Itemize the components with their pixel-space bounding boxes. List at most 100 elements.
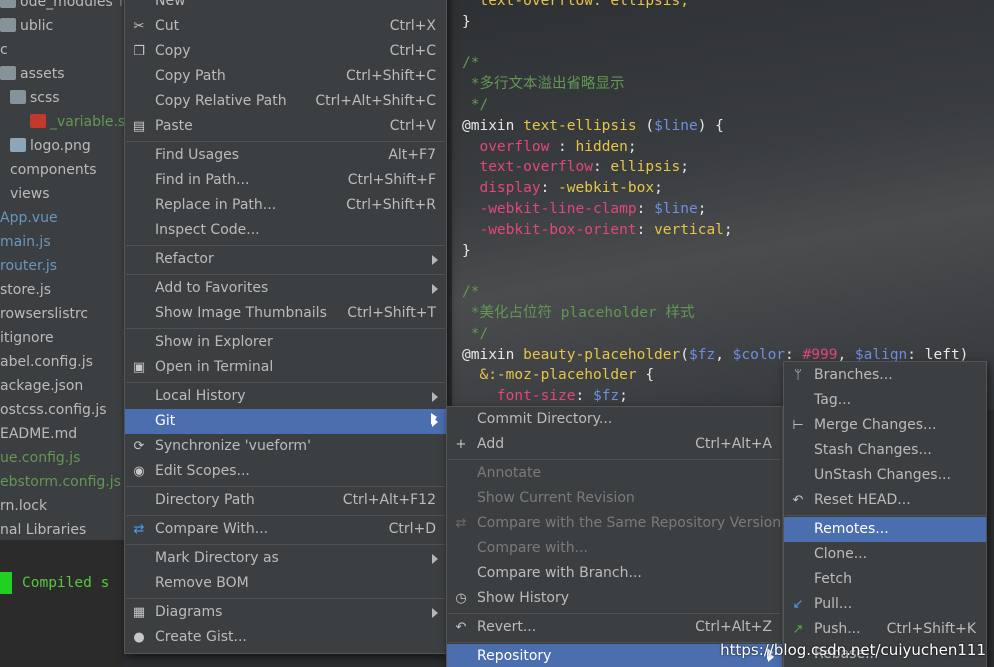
menu-item-label: Edit Scopes... <box>155 463 250 479</box>
code-line: -webkit-box-orient: vertical; <box>462 220 733 241</box>
submenu-arrow-icon <box>432 284 438 294</box>
tree-item-ebstorm-config-js[interactable]: ebstorm.config.js <box>0 470 121 494</box>
tree-item-itignore[interactable]: itignore <box>0 326 54 350</box>
tree-item-label: router.js <box>0 258 58 274</box>
context-menu-item-copy-relative-path[interactable]: Copy Relative Path Ctrl+Alt+Shift+C <box>125 89 446 114</box>
menu-item-shortcut: Ctrl+Alt+Z <box>695 619 772 635</box>
git-menu-item-show-history[interactable]: ◷ Show History <box>447 586 782 611</box>
menu-separator <box>126 274 445 275</box>
tree-item-label: _variable.s <box>50 114 124 130</box>
tree-item-store-js[interactable]: store.js <box>0 278 51 302</box>
git-menu-item-add[interactable]: + Add Ctrl+Alt+A <box>447 432 782 457</box>
context-menu-item-copy-path[interactable]: Copy Path Ctrl+Shift+C <box>125 64 446 89</box>
repository-menu-item-push[interactable]: ↗ Push... Ctrl+Shift+K <box>784 617 986 642</box>
tree-item-ackage-json[interactable]: ackage.json <box>0 374 83 398</box>
tree-item-rowserslistrc[interactable]: rowserslistrc <box>0 302 88 326</box>
context-menu-item-show-image-thumbnails[interactable]: Show Image Thumbnails Ctrl+Shift+T <box>125 301 446 326</box>
tree-item-router-js[interactable]: router.js <box>0 254 57 278</box>
scissors-icon: ✂ <box>133 19 145 34</box>
repository-menu-item-stash-changes[interactable]: Stash Changes... <box>784 438 986 463</box>
tree-item-eadme-md[interactable]: EADME.md <box>0 422 77 446</box>
repository-menu-item-remotes[interactable]: Remotes... <box>784 517 986 542</box>
context-menu-item-paste[interactable]: ▤ Paste Ctrl+V <box>125 114 446 139</box>
context-menu-item-remove-bom[interactable]: Remove BOM <box>125 571 446 596</box>
context-menu-item-find-usages[interactable]: Find Usages Alt+F7 <box>125 143 446 168</box>
code-token: ; <box>723 221 733 238</box>
menu-item-label: Branches... <box>814 367 893 383</box>
context-menu-item-show-in-explorer[interactable]: Show in Explorer <box>125 330 446 355</box>
context-menu-item-add-to-favorites[interactable]: Add to Favorites <box>125 276 446 301</box>
repository-menu-item-pull[interactable]: ↙ Pull... <box>784 592 986 617</box>
tree-item-ostcss-config-js[interactable]: ostcss.config.js <box>0 398 107 422</box>
context-menu-item-compare-with[interactable]: ⇄ Compare With... Ctrl+D <box>125 517 446 542</box>
code-line: /* <box>462 53 479 74</box>
git-menu-item-revert[interactable]: ↶ Revert... Ctrl+Alt+Z <box>447 615 782 640</box>
context-menu-item-replace-in-path[interactable]: Replace in Path... Ctrl+Shift+R <box>125 193 446 218</box>
tree-item-main-js[interactable]: main.js <box>0 230 51 254</box>
context-menu-item-refactor[interactable]: Refactor <box>125 247 446 272</box>
context-menu-item-diagrams[interactable]: ▦ Diagrams <box>125 600 446 625</box>
code-token: } <box>462 242 471 259</box>
repository-menu-item-clone[interactable]: Clone... <box>784 542 986 567</box>
tree-item-variable-s[interactable]: _variable.s <box>30 110 124 134</box>
repository-submenu: ᛘ Branches... Tag... ⊢ Merge Changes... Stash… <box>783 361 987 667</box>
context-menu-item-copy[interactable]: ❐ Copy Ctrl+C <box>125 39 446 64</box>
terminal-panel[interactable] <box>0 540 124 667</box>
menu-item-label: Compare with Branch... <box>477 565 642 581</box>
repository-menu-item-unstash-changes[interactable]: UnStash Changes... <box>784 463 986 488</box>
menu-item-label: Add <box>477 436 505 452</box>
menu-item-shortcut: Ctrl+V <box>389 118 436 134</box>
menu-separator <box>785 515 985 516</box>
menu-item-label: Remotes... <box>814 521 889 537</box>
git-menu-item-commit-directory[interactable]: Commit Directory... <box>447 407 782 432</box>
code-token: beauty-placeholder <box>523 346 681 363</box>
code-line: display: -webkit-box; <box>462 178 662 199</box>
tree-item-logo-png[interactable]: logo.png <box>10 134 91 158</box>
tree-item-ue-config-js[interactable]: ue.config.js <box>0 446 80 470</box>
sass-file-icon <box>30 114 46 128</box>
context-menu-item-edit-scopes[interactable]: ◉ Edit Scopes... <box>125 459 446 484</box>
tree-item-app-vue[interactable]: App.vue <box>0 206 58 230</box>
code-editor[interactable]: text-overflow: ellipsis;}/* *多行文本溢出省略显示 … <box>452 0 994 410</box>
code-token: overflow <box>462 138 550 155</box>
context-menu-item-find-in-path[interactable]: Find in Path... Ctrl+Shift+F <box>125 168 446 193</box>
repository-menu-item-merge-changes[interactable]: ⊢ Merge Changes... <box>784 413 986 438</box>
context-menu-item-mark-directory-as[interactable]: Mark Directory as <box>125 546 446 571</box>
tree-item-views[interactable]: views <box>10 182 50 206</box>
context-menu-item-open-in-terminal[interactable]: ▣ Open in Terminal <box>125 355 446 380</box>
tree-item-scss[interactable]: scss <box>10 86 60 110</box>
context-menu-item-directory-path[interactable]: Directory Path Ctrl+Alt+F12 <box>125 488 446 513</box>
tree-item-components[interactable]: components <box>10 158 97 182</box>
code-line: } <box>462 12 471 33</box>
tree-item-c[interactable]: c <box>0 38 8 62</box>
menu-item-label: Clone... <box>814 546 868 562</box>
code-token: ellipsis <box>610 159 681 176</box>
repository-menu-item-fetch[interactable]: Fetch <box>784 567 986 592</box>
tree-item-nal-libraries[interactable]: nal Libraries <box>0 518 86 540</box>
repository-menu-item-reset-head[interactable]: ↶ Reset HEAD... <box>784 488 986 513</box>
project-tree[interactable]: ode_moduleslibrarubliccassets scss _variab… <box>0 0 124 540</box>
context-menu-item-local-history[interactable]: Local History <box>125 384 446 409</box>
tree-item-assets[interactable]: assets <box>0 62 65 86</box>
menu-separator <box>126 328 445 329</box>
repository-menu-item-tag[interactable]: Tag... <box>784 388 986 413</box>
folder-icon <box>0 0 16 8</box>
tree-item-ode-modules[interactable]: ode_moduleslibrar <box>0 0 124 14</box>
context-menu-item-create-gist[interactable]: ● Create Gist... <box>125 625 446 650</box>
repository-menu-item-branches[interactable]: ᛘ Branches... <box>784 363 986 388</box>
context-menu-item-synchronize-vueform[interactable]: ⟳ Synchronize 'vueform' <box>125 434 446 459</box>
submenu-arrow-icon <box>432 608 438 618</box>
tree-item-label: assets <box>20 66 65 82</box>
menu-item-label: Show in Explorer <box>155 334 273 350</box>
code-token: ; <box>619 388 628 405</box>
context-menu-item-new[interactable]: New <box>125 0 446 14</box>
context-menu-item-inspect-code[interactable]: Inspect Code... <box>125 218 446 243</box>
context-menu-item-cut[interactable]: ✂ Cut Ctrl+X <box>125 14 446 39</box>
tree-item-label: views <box>10 186 50 202</box>
git-menu-item-compare-with-branch[interactable]: Compare with Branch... <box>447 561 782 586</box>
menu-item-label: Revert... <box>477 619 537 635</box>
tree-item-rn-lock[interactable]: rn.lock <box>0 494 47 518</box>
context-menu-item-git[interactable]: Git <box>125 409 446 434</box>
tree-item-ublic[interactable]: ublic <box>0 14 53 38</box>
tree-item-abel-config-js[interactable]: abel.config.js <box>0 350 93 374</box>
